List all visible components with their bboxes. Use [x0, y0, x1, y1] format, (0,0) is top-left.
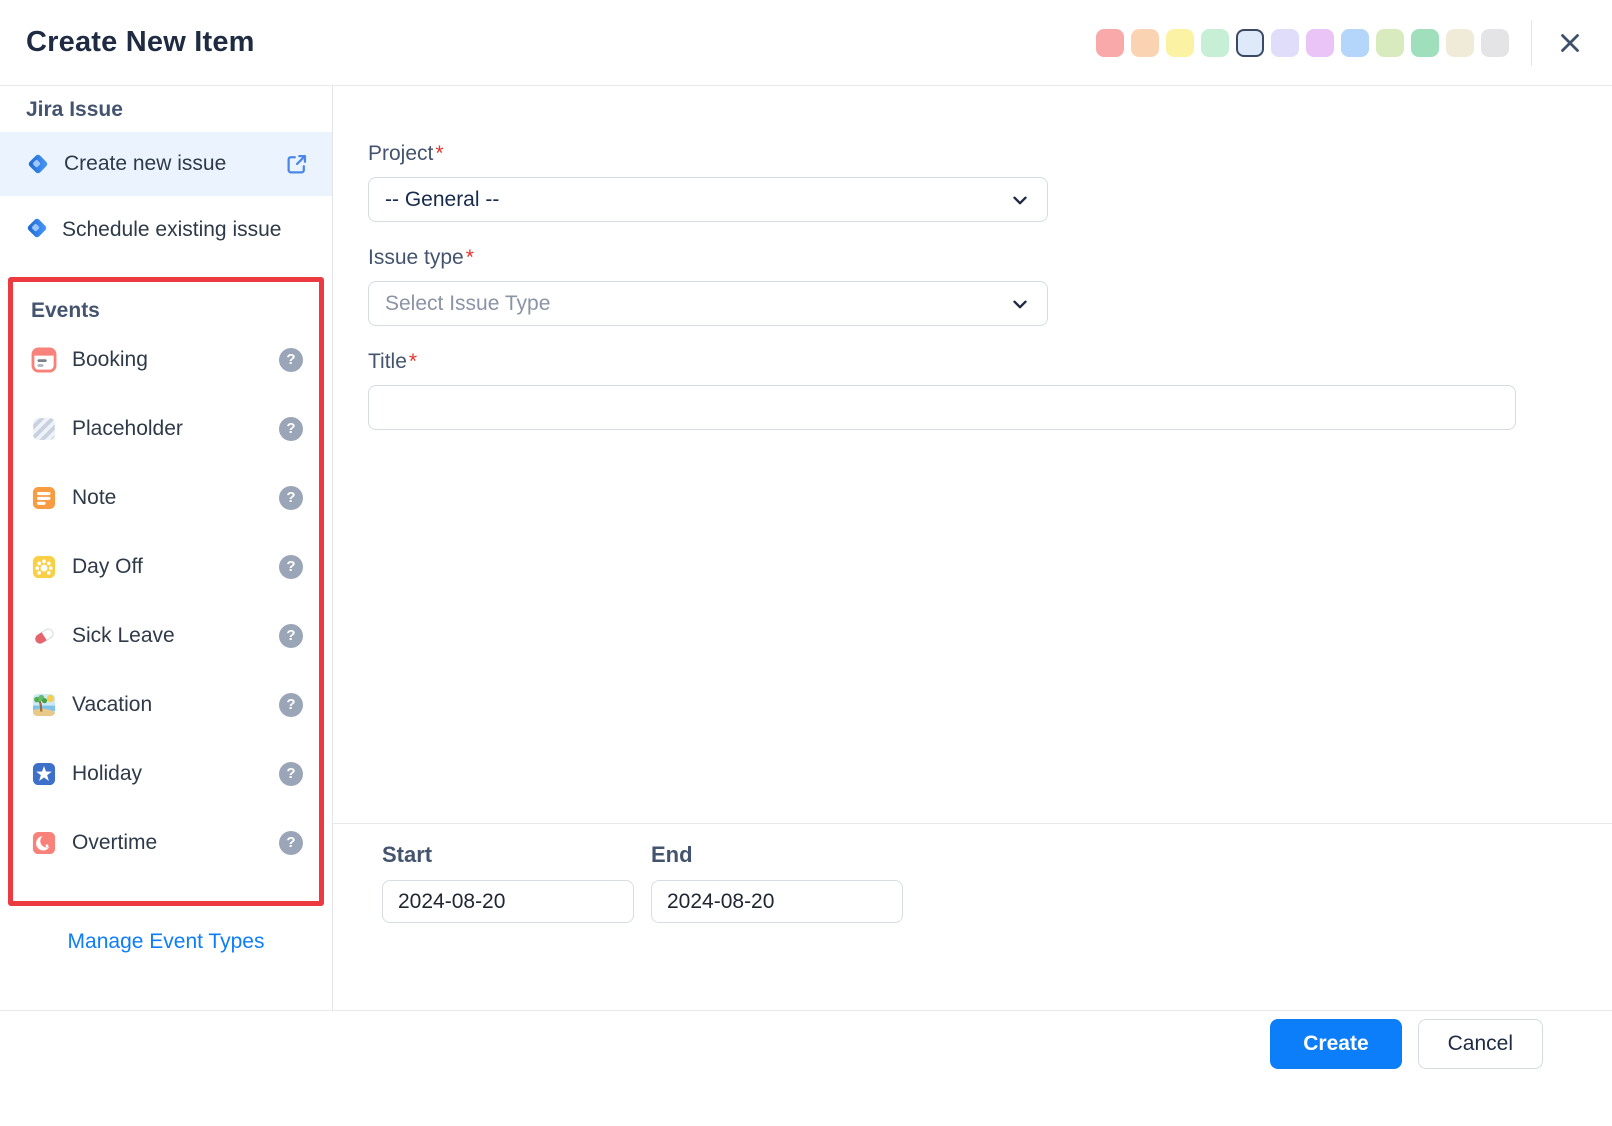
close-button[interactable] — [1552, 25, 1588, 61]
event-item-placeholder[interactable]: Placeholder ? — [13, 394, 319, 463]
help-icon[interactable]: ? — [279, 761, 303, 786]
issue-type-label: Issue type* — [368, 246, 474, 269]
sidebar-item-label: Schedule existing issue — [62, 218, 282, 241]
color-swatch[interactable] — [1411, 28, 1439, 57]
star-icon — [31, 761, 57, 787]
note-icon — [31, 485, 57, 511]
jira-icon — [25, 216, 49, 251]
help-icon[interactable]: ? — [279, 416, 303, 441]
help-icon[interactable]: ? — [279, 692, 303, 717]
beach-palm-icon — [31, 692, 57, 718]
day-off-sun-icon — [31, 554, 57, 580]
manage-event-types-link[interactable]: Manage Event Types — [0, 930, 332, 954]
event-item-label: Booking — [72, 347, 148, 371]
event-item-note[interactable]: Note ? — [13, 463, 319, 532]
color-swatch[interactable] — [1166, 28, 1194, 57]
sidebar: Jira Issue Create new issue Schedule exi… — [0, 86, 333, 1010]
event-item-label: Holiday — [72, 761, 143, 785]
external-link-icon[interactable] — [283, 151, 310, 178]
color-swatch[interactable] — [1446, 28, 1474, 57]
event-item-label: Sick Leave — [72, 623, 175, 647]
issue-type-field: Issue type* Select Issue Type — [368, 246, 1612, 326]
header-divider — [1531, 19, 1532, 66]
end-date-input[interactable] — [651, 880, 903, 923]
close-icon — [1555, 28, 1585, 58]
events-section-title: Events — [31, 299, 100, 322]
color-swatch[interactable] — [1481, 28, 1509, 57]
color-swatch[interactable] — [1341, 28, 1369, 57]
project-select[interactable]: -- General -- — [368, 177, 1048, 222]
project-select-value: -- General -- — [385, 187, 500, 211]
chevron-down-icon — [1009, 189, 1031, 211]
help-icon[interactable]: ? — [279, 554, 303, 579]
placeholder-stripes-icon — [31, 416, 57, 442]
event-item-label: Overtime — [72, 830, 158, 854]
help-icon[interactable]: ? — [279, 830, 303, 855]
event-item-vacation[interactable]: Vacation ? — [13, 670, 319, 739]
color-swatch-selected[interactable] — [1236, 28, 1264, 57]
pill-icon — [31, 623, 57, 649]
color-swatch[interactable] — [1201, 28, 1229, 57]
end-date-field: End — [651, 842, 903, 923]
booking-calendar-icon — [31, 347, 57, 373]
create-new-item-dialog: Create New Item Jira Issue Create new is… — [0, 0, 1612, 1126]
start-date-label: Start — [382, 842, 433, 867]
color-swatch[interactable] — [1271, 28, 1299, 57]
event-item-sick-leave[interactable]: Sick Leave ? — [13, 601, 319, 670]
help-icon[interactable]: ? — [279, 485, 303, 510]
sidebar-item-label: Create new issue — [64, 152, 227, 175]
required-asterisk: * — [465, 246, 474, 269]
event-item-day-off[interactable]: Day Off ? — [13, 532, 319, 601]
event-item-label: Vacation — [72, 692, 153, 716]
start-date-field: Start — [382, 842, 634, 923]
crescent-moon-icon — [31, 830, 57, 856]
color-swatch-row — [1096, 28, 1509, 57]
event-item-label: Placeholder — [72, 416, 183, 440]
help-icon[interactable]: ? — [279, 623, 303, 648]
title-input[interactable] — [368, 385, 1516, 430]
required-asterisk: * — [408, 350, 418, 373]
sidebar-item-create-new-issue[interactable]: Create new issue — [0, 132, 332, 196]
dates-section: Start End — [333, 824, 1612, 923]
project-label: Project* — [368, 142, 444, 165]
color-swatch[interactable] — [1306, 28, 1334, 57]
page-title: Create New Item — [26, 26, 255, 58]
issue-type-select[interactable]: Select Issue Type — [368, 281, 1048, 326]
project-field: Project* -- General -- — [368, 142, 1612, 222]
color-swatch[interactable] — [1096, 28, 1124, 57]
sidebar-item-schedule-existing-issue[interactable]: Schedule existing issue — [0, 196, 332, 267]
event-item-label: Note — [72, 485, 117, 509]
start-date-input[interactable] — [382, 880, 634, 923]
issue-type-placeholder: Select Issue Type — [385, 291, 551, 315]
chevron-down-icon — [1009, 293, 1031, 315]
create-button[interactable]: Create — [1270, 1019, 1402, 1069]
event-item-booking[interactable]: Booking ? — [13, 325, 319, 394]
events-highlight-box: Events Booking ? Placeholder ? Note ? Da… — [8, 277, 324, 906]
dialog-footer: Create Cancel — [0, 1010, 1612, 1126]
color-swatch[interactable] — [1376, 28, 1404, 57]
end-date-label: End — [651, 842, 693, 867]
help-icon[interactable]: ? — [279, 347, 303, 372]
jira-issue-section-title: Jira Issue — [26, 98, 123, 121]
color-swatch[interactable] — [1131, 28, 1159, 57]
title-field: Title* — [368, 350, 1612, 430]
required-asterisk: * — [435, 142, 444, 165]
event-item-label: Day Off — [72, 554, 143, 578]
event-item-holiday[interactable]: Holiday ? — [13, 739, 319, 808]
cancel-button[interactable]: Cancel — [1417, 1019, 1543, 1069]
form-panel: Project* -- General -- Issue type* Selec… — [333, 86, 1612, 1010]
jira-icon — [26, 152, 50, 176]
event-item-overtime[interactable]: Overtime ? — [13, 808, 319, 877]
dialog-header: Create New Item — [0, 0, 1612, 86]
title-label: Title* — [368, 350, 418, 373]
